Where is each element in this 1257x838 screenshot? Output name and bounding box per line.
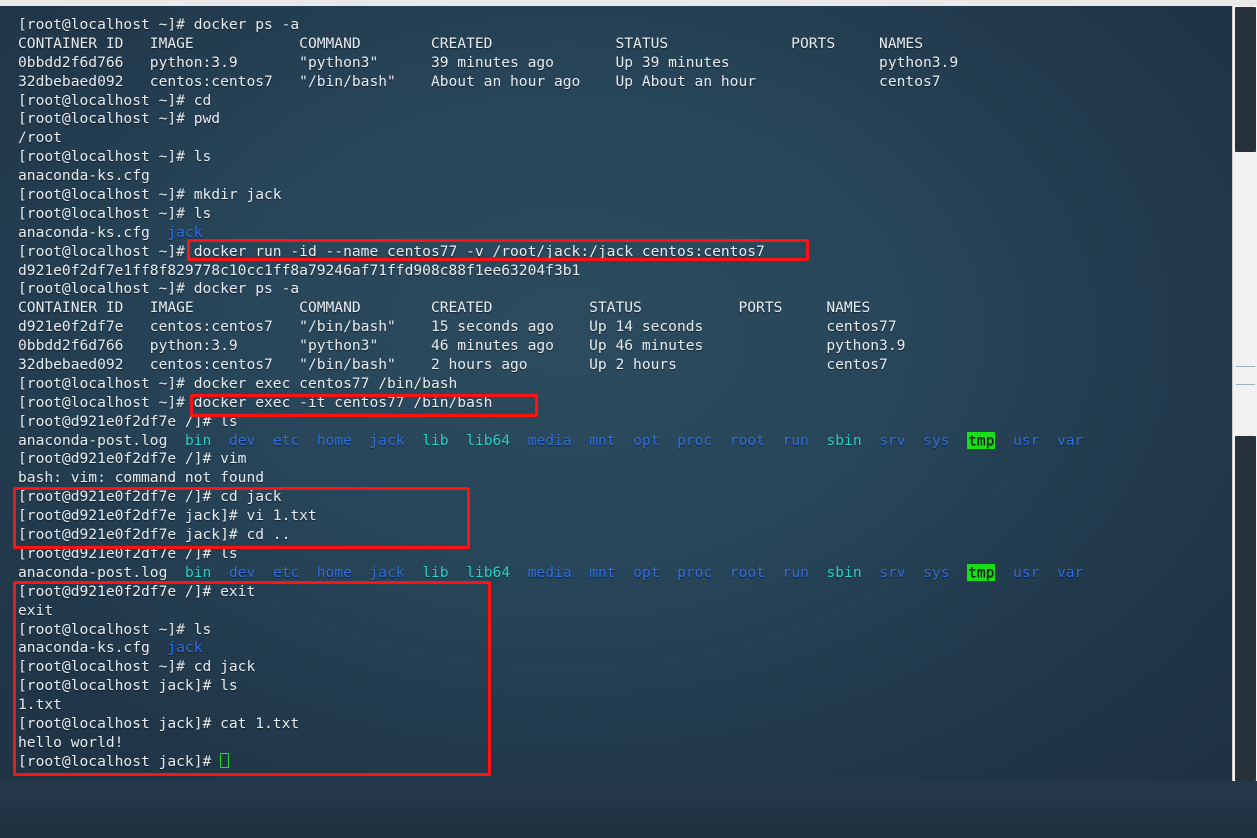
terminal-line: 1.txt xyxy=(18,696,62,714)
terminal-line: 0bbdd2f6d766 python:3.9 "python3" 46 min… xyxy=(18,337,906,355)
terminal-line: exit xyxy=(18,601,54,619)
terminal-line: /root xyxy=(18,129,62,147)
terminal-line: bash: vim: command not found xyxy=(18,469,265,487)
terminal-window: [root@localhost ~]# docker ps -a CONTAINE… xyxy=(0,0,1257,838)
terminal-line: [root@localhost ~]# docker exec -it cent… xyxy=(18,393,493,411)
terminal-line: d921e0f2df7e1ff8f829778c10cc1ff8a79246af… xyxy=(18,261,581,279)
terminal-cursor xyxy=(220,752,230,768)
terminal-line: anaconda-post.log bin dev etc home jack … xyxy=(18,431,1084,449)
scrollbar-tick xyxy=(1236,384,1255,385)
scrollbar-thumb-top[interactable] xyxy=(1235,7,1256,152)
terminal-line: anaconda-ks.cfg xyxy=(18,167,150,185)
terminal-line: CONTAINER ID IMAGE COMMAND CREATED STATU… xyxy=(18,34,923,52)
terminal-line: 32dbebaed092 centos:centos7 "/bin/bash" … xyxy=(18,356,888,374)
terminal-line: [root@localhost ~]# docker run -id --nam… xyxy=(18,242,765,260)
terminal-text: [root@localhost ~]# docker ps -a CONTAINE… xyxy=(18,16,1232,772)
vertical-scrollbar[interactable] xyxy=(1232,6,1257,781)
terminal-output-area[interactable]: [root@localhost ~]# docker ps -a CONTAINE… xyxy=(0,6,1232,781)
terminal-line: [root@localhost ~]# pwd xyxy=(18,110,221,128)
status-bar: 命令输入 (按ALT键提示历史,TAB键路径,ESC键返回,双击CTRL切换) … xyxy=(0,781,1257,838)
terminal-line: anaconda-ks.cfg jack xyxy=(18,639,203,657)
terminal-line: 32dbebaed092 centos:centos7 "/bin/bash" … xyxy=(18,72,941,90)
terminal-line: d921e0f2df7e centos:centos7 "/bin/bash" … xyxy=(18,318,897,336)
terminal-line: [root@localhost ~]# ls xyxy=(18,148,212,166)
terminal-line: [root@d921e0f2df7e /]# exit xyxy=(18,582,256,600)
terminal-line: hello world! xyxy=(18,733,124,751)
terminal-line: [root@d921e0f2df7e /]# ls xyxy=(18,544,238,562)
terminal-line: [root@d921e0f2df7e /]# ls xyxy=(18,412,238,430)
terminal-line: 0bbdd2f6d766 python:3.9 "python3" 39 min… xyxy=(18,53,959,71)
terminal-line: [root@d921e0f2df7e /]# vim xyxy=(18,450,247,468)
terminal-line: [root@localhost jack]# cat 1.txt xyxy=(18,714,300,732)
terminal-line: [root@localhost ~]# docker exec centos77… xyxy=(18,374,458,392)
scrollbar-thumb-bottom[interactable] xyxy=(1235,436,1256,781)
terminal-line: anaconda-post.log bin dev etc home jack … xyxy=(18,563,1084,581)
terminal-line: [root@d921e0f2df7e jack]# vi 1.txt xyxy=(18,507,317,525)
terminal-line: [root@localhost ~]# docker ps -a xyxy=(18,16,300,33)
terminal-line: [root@localhost ~]# cd jack xyxy=(18,658,256,676)
scrollbar-tick xyxy=(1236,366,1255,367)
terminal-line: [root@localhost ~]# ls xyxy=(18,204,212,222)
terminal-line: [root@localhost ~]# ls xyxy=(18,620,212,638)
terminal-line: CONTAINER ID IMAGE COMMAND CREATED STATU… xyxy=(18,299,871,317)
terminal-line: [root@d921e0f2df7e /]# cd jack xyxy=(18,488,282,506)
terminal-line: anaconda-ks.cfg jack xyxy=(18,223,203,241)
terminal-line: [root@localhost ~]# mkdir jack xyxy=(18,186,282,204)
terminal-line: [root@localhost ~]# docker ps -a xyxy=(18,280,300,298)
terminal-line: [root@localhost ~]# cd xyxy=(18,91,212,109)
terminal-line: [root@d921e0f2df7e jack]# cd .. xyxy=(18,526,291,544)
terminal-line: [root@localhost jack]# xyxy=(18,752,1232,772)
terminal-line: [root@localhost jack]# ls xyxy=(18,677,238,695)
